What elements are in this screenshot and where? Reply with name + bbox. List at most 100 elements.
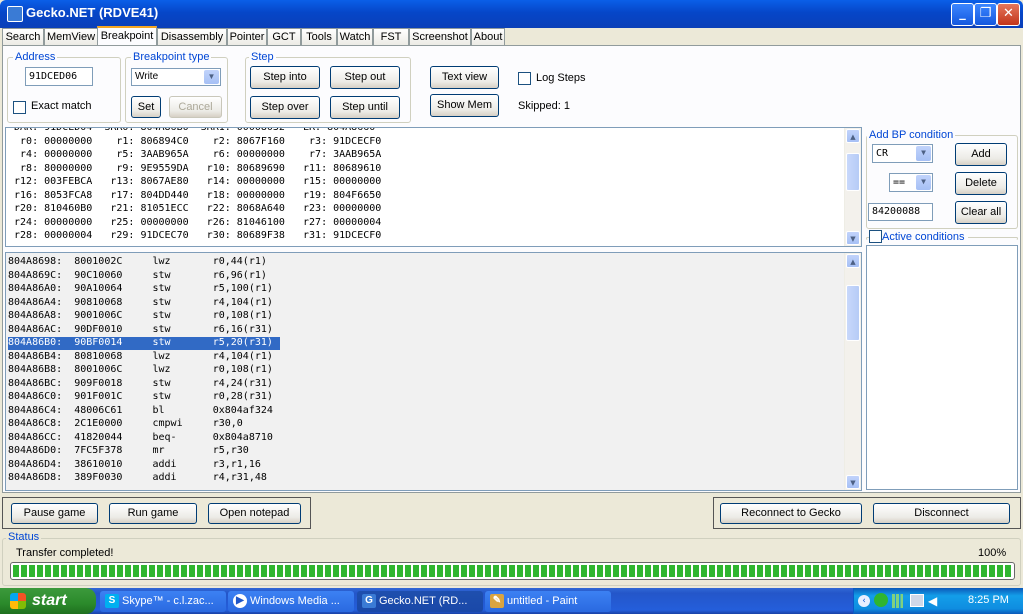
disassembly-line[interactable]: 804A8698: 8001002C lwz r0,44(r1) — [8, 256, 280, 269]
network-icon[interactable] — [910, 594, 924, 607]
registers-view[interactable]: DAR: 91DCED04 SRR0: 804A86B0 SRR1: 00008… — [5, 127, 862, 247]
condition-operator-select[interactable]: == ▼ — [889, 173, 933, 192]
tab-search[interactable]: Search — [2, 28, 44, 45]
address-label: Address — [13, 51, 58, 63]
step-over-button[interactable]: Step over — [250, 96, 320, 119]
start-label: start — [32, 592, 67, 609]
reconnect-button[interactable]: Reconnect to Gecko — [720, 503, 862, 524]
maximize-button[interactable]: ❐ — [974, 3, 997, 26]
tab-screenshot[interactable]: Screenshot — [409, 28, 471, 45]
show-mem-button[interactable]: Show Mem — [430, 94, 499, 117]
status-icon[interactable] — [874, 593, 888, 607]
register-row: r4: 00000000 r5: 3AAB965A r6: 00000000 r… — [8, 149, 382, 160]
tab-watch[interactable]: Watch — [337, 28, 373, 45]
scroll-thumb[interactable] — [846, 285, 860, 341]
registers-scrollbar[interactable]: ▲ ▼ — [844, 128, 861, 246]
taskbar-item-paint[interactable]: ✎ untitled - Paint — [485, 591, 611, 612]
chevron-down-icon: ▼ — [916, 146, 931, 161]
bp-condition-label: Add BP condition — [867, 129, 956, 141]
start-button[interactable]: start — [0, 588, 96, 614]
disassembly-line[interactable]: 804A86C8: 2C1E0000 cmpwi r30,0 — [8, 418, 280, 431]
tab-disassembly[interactable]: Disassembly — [157, 28, 227, 45]
status-label: Status — [6, 531, 42, 543]
taskbar-item-gecko[interactable]: G Gecko.NET (RD... — [357, 591, 483, 612]
taskbar-item-media-player[interactable]: ▶ Windows Media ... — [228, 591, 354, 612]
bp-type-label: Breakpoint type — [131, 51, 212, 63]
disassembly-line-selected[interactable]: 804A86B0: 90BF0014 stw r5,20(r31) — [8, 337, 280, 350]
progress-fill — [13, 565, 1012, 577]
set-button[interactable]: Set — [131, 96, 161, 118]
disassembly-line[interactable]: 804A86CC: 41820044 beq- 0x804a8710 — [8, 432, 280, 445]
cancel-button[interactable]: Cancel — [169, 96, 222, 118]
disconnect-button[interactable]: Disconnect — [873, 503, 1010, 524]
scroll-thumb[interactable] — [846, 153, 860, 191]
active-conditions-list[interactable] — [866, 245, 1018, 490]
tab-fst[interactable]: FST — [373, 28, 409, 45]
tab-pointer[interactable]: Pointer — [227, 28, 267, 45]
register-row: r12: 003FEBCA r13: 8067AE80 r14: 0000000… — [8, 176, 382, 187]
windows-logo-icon — [10, 593, 26, 609]
disassembly-line[interactable]: 804A86B4: 80810068 lwz r4,104(r1) — [8, 351, 280, 364]
minimize-button[interactable]: _ — [951, 3, 974, 26]
status-percent: 100% — [978, 547, 1007, 559]
delete-condition-button[interactable]: Delete — [955, 172, 1007, 195]
signal-icon[interactable] — [892, 594, 906, 608]
scroll-down-icon[interactable]: ▼ — [846, 231, 860, 245]
disassembly-line[interactable]: 804A869C: 90C10060 stw r6,96(r1) — [8, 270, 280, 283]
volume-icon[interactable]: ◀ — [928, 594, 942, 608]
condition-operator-value: == — [893, 177, 906, 188]
paint-icon: ✎ — [490, 594, 504, 608]
pause-game-button[interactable]: Pause game — [11, 503, 98, 524]
bp-type-select[interactable]: Write ▼ — [131, 68, 221, 86]
scroll-down-icon[interactable]: ▼ — [846, 475, 860, 489]
disassembly-line[interactable]: 804A86B8: 8001006C lwz r0,108(r1) — [8, 364, 280, 377]
close-button[interactable]: ✕ — [997, 3, 1020, 26]
title-bar[interactable]: Gecko.NET (RDVE41) _ ❐ ✕ — [0, 0, 1023, 28]
disassembly-line[interactable]: 804A86BC: 909F0018 stw r4,24(r31) — [8, 378, 280, 391]
taskbar-item-skype[interactable]: S Skype™ - c.l.zac... — [100, 591, 226, 612]
disassembly-line[interactable]: 804A86D0: 7FC5F378 mr r5,r30 — [8, 445, 280, 458]
tab-tools[interactable]: Tools — [301, 28, 337, 45]
scroll-up-icon[interactable]: ▲ — [846, 129, 860, 143]
step-until-button[interactable]: Step until — [330, 96, 400, 119]
address-input[interactable]: 91DCED06 — [25, 67, 93, 86]
tab-breakpoint[interactable]: Breakpoint — [97, 26, 157, 47]
disassembly-line[interactable]: 804A86D4: 38610010 addi r3,r1,16 — [8, 459, 280, 472]
scroll-up-icon[interactable]: ▲ — [846, 254, 860, 268]
condition-value-input[interactable]: 84200088 — [868, 203, 933, 221]
active-conditions-checkbox[interactable] — [869, 230, 882, 243]
step-into-button[interactable]: Step into — [250, 66, 320, 89]
log-steps-label: Log Steps — [536, 72, 586, 84]
register-row: r24: 00000000 r25: 00000000 r26: 8104610… — [8, 216, 382, 228]
taskbar-item-label: Windows Media ... — [250, 595, 340, 607]
chevron-down-icon: ▼ — [916, 175, 931, 190]
progress-bar — [10, 562, 1015, 580]
disassembly-line[interactable]: 804A86D8: 389F0030 addi r4,r31,48 — [8, 472, 280, 485]
disassembly-line[interactable]: 804A86A0: 90A10064 stw r5,100(r1) — [8, 283, 280, 296]
run-game-button[interactable]: Run game — [109, 503, 197, 524]
skype-icon: S — [105, 594, 119, 608]
add-condition-button[interactable]: Add — [955, 143, 1007, 166]
clear-all-button[interactable]: Clear all — [955, 201, 1007, 224]
disassembly-line[interactable]: 804A86A4: 90810068 stw r4,104(r1) — [8, 297, 280, 310]
tab-gct[interactable]: GCT — [267, 28, 301, 45]
register-row: r8: 80000000 r9: 9E9559DA r10: 80689690 … — [8, 162, 382, 174]
disassembly-line[interactable]: 804A86AC: 90DF0010 stw r6,16(r31) — [8, 324, 280, 337]
chevron-left-icon[interactable]: ‹ — [858, 595, 870, 607]
condition-register-select[interactable]: CR ▼ — [872, 144, 933, 163]
exact-match-checkbox[interactable] — [13, 101, 26, 114]
app-icon — [7, 6, 23, 22]
status-text: Transfer completed! — [16, 547, 114, 559]
disassembly-scrollbar[interactable]: ▲ ▼ — [844, 253, 861, 490]
disassembly-line[interactable]: 804A86A8: 9001006C stw r0,108(r1) — [8, 310, 280, 323]
open-notepad-button[interactable]: Open notepad — [208, 503, 301, 524]
step-out-button[interactable]: Step out — [330, 66, 400, 89]
register-row: r16: 8053FCA8 r17: 804DD440 r18: 0000000… — [8, 189, 382, 201]
tab-memview[interactable]: MemView — [44, 28, 98, 45]
log-steps-checkbox[interactable] — [518, 72, 531, 85]
tab-about[interactable]: About — [471, 28, 505, 45]
text-view-button[interactable]: Text view — [430, 66, 499, 89]
disassembly-view[interactable]: 804A8698: 8001002C lwz r0,44(r1) 804A869C… — [5, 252, 862, 491]
disassembly-line[interactable]: 804A86C0: 901F001C stw r0,28(r31) — [8, 391, 280, 404]
disassembly-line[interactable]: 804A86C4: 48006C61 bl 0x804af324 — [8, 405, 280, 418]
